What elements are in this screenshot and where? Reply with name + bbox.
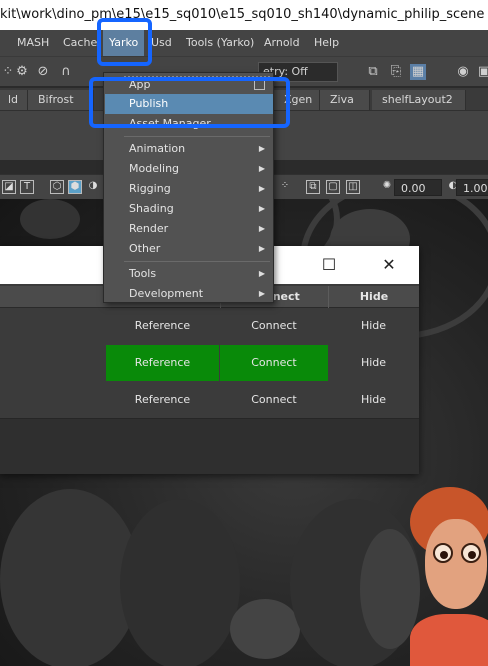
reference-button[interactable]: Reference — [106, 345, 219, 381]
menu-item-label: Tools — [129, 267, 157, 280]
menu-bar: MASH Cache Yarko Usd Tools (Yarko) Arnol… — [0, 30, 488, 56]
submenu-arrow-icon: ▶ — [258, 164, 265, 173]
reference-button[interactable]: Reference — [106, 308, 219, 344]
shelf-tab-ziva[interactable]: Ziva — [320, 90, 370, 110]
hide-button[interactable]: Hide — [328, 345, 419, 381]
character-shirt — [410, 614, 488, 666]
connect-button[interactable]: Connect — [220, 308, 328, 344]
resolution-gate-icon[interactable]: ▢ — [326, 180, 340, 194]
safe-area-icon[interactable]: ◫ — [346, 180, 360, 194]
render-settings-icon[interactable]: ▣ — [476, 64, 488, 80]
shelf-tab-ld[interactable]: ld — [0, 90, 28, 110]
layout-icon[interactable]: ⧉ — [306, 180, 320, 194]
lasso-icon[interactable]: ⚙ — [14, 64, 30, 80]
menu-item-animation[interactable]: Animation ▶ — [105, 139, 273, 159]
menu-item-label: Shading — [129, 202, 174, 215]
menu-item-rigging[interactable]: Rigging ▶ — [105, 179, 273, 199]
menu-cache[interactable]: Cache — [63, 30, 97, 56]
window-title: kit\work\dino_pm\e15\e15_sq010\e15_sq010… — [0, 7, 485, 22]
header-hide: Hide — [328, 286, 419, 308]
menu-divider — [124, 261, 270, 262]
submenu-arrow-icon: ▶ — [258, 224, 265, 233]
submenu-arrow-icon: ▶ — [258, 204, 265, 213]
text-icon[interactable]: T — [20, 180, 34, 194]
paint-select-icon[interactable]: ⊘ — [35, 64, 51, 80]
isolate-icon[interactable]: ⁘ — [278, 180, 292, 194]
submenu-arrow-icon: ▶ — [258, 269, 265, 278]
aperture-icon[interactable]: ✺ — [380, 180, 394, 194]
snapshot-icon[interactable]: ⎘ — [388, 64, 404, 80]
menu-item-render[interactable]: Render ▶ — [105, 219, 273, 239]
exposure-field[interactable]: 0.00 — [394, 179, 442, 196]
scene-creature — [230, 599, 300, 659]
menu-item-label: Development — [129, 287, 204, 300]
submenu-arrow-icon: ▶ — [258, 184, 265, 193]
shelf-tab-layout2[interactable]: shelfLayout2 — [372, 90, 466, 110]
menu-usd[interactable]: Usd — [151, 30, 172, 56]
menu-arnold[interactable]: Arnold — [264, 30, 300, 56]
gamma-field[interactable]: 1.00 — [456, 179, 488, 196]
menu-item-label: Other — [129, 242, 161, 255]
menu-item-modeling[interactable]: Modeling ▶ — [105, 159, 273, 179]
shelf-tab-bifrost[interactable]: Bifrost — [28, 90, 94, 110]
connect-button[interactable]: Connect — [220, 382, 328, 418]
highlight-publish-item — [89, 77, 290, 128]
ipr-render-icon[interactable]: ▦ — [410, 64, 426, 80]
menu-mash[interactable]: MASH — [17, 30, 49, 56]
hide-button[interactable]: Hide — [328, 382, 419, 418]
gamma-value: 1.00 — [463, 182, 488, 195]
exposure-value: 0.00 — [401, 182, 426, 195]
scene-leaf — [20, 199, 80, 239]
scene-foliage — [0, 489, 140, 666]
wireframe-cube-icon[interactable]: ⬡ — [50, 180, 64, 194]
connect-button[interactable]: Connect — [220, 345, 328, 381]
maximize-icon[interactable]: ☐ — [318, 254, 340, 276]
menu-item-shading[interactable]: Shading ▶ — [105, 199, 273, 219]
menu-help[interactable]: Help — [314, 30, 339, 56]
eye-icon[interactable]: ◉ — [455, 64, 471, 80]
character-face — [425, 519, 487, 609]
submenu-arrow-icon: ▶ — [258, 244, 265, 253]
window-title-bar: kit\work\dino_pm\e15\e15_sq010\e15_sq010… — [0, 0, 488, 30]
menu-tools-yarko[interactable]: Tools (Yarko) — [186, 30, 254, 56]
reference-button[interactable]: Reference — [106, 382, 219, 418]
menu-item-development[interactable]: Development ▶ — [105, 284, 273, 304]
hide-button[interactable]: Hide — [328, 308, 419, 344]
tool-window-footer — [0, 418, 419, 474]
magnet-icon[interactable]: ∩ — [58, 64, 74, 80]
menu-item-tools[interactable]: Tools ▶ — [105, 264, 273, 284]
character-eye-right — [461, 543, 481, 563]
xray-icon[interactable]: ◪ — [2, 180, 16, 194]
shaded-cube-icon[interactable]: ⬢ — [68, 180, 82, 194]
highlight-yarko-menu — [97, 18, 152, 66]
menu-item-label: Render — [129, 222, 169, 235]
menu-divider — [124, 136, 270, 137]
scene-foliage — [120, 499, 240, 666]
menu-item-label: Animation — [129, 142, 186, 155]
menu-item-label: Rigging — [129, 182, 171, 195]
lighting-icon[interactable]: ◑ — [86, 180, 100, 194]
submenu-arrow-icon: ▶ — [258, 289, 265, 298]
menu-item-other[interactable]: Other ▶ — [105, 239, 273, 259]
submenu-arrow-icon: ▶ — [258, 144, 265, 153]
menu-item-label: Modeling — [129, 162, 180, 175]
character-eye-left — [433, 543, 453, 563]
close-icon[interactable]: ✕ — [378, 254, 400, 276]
render-region-icon[interactable]: ⧉ — [365, 64, 381, 80]
